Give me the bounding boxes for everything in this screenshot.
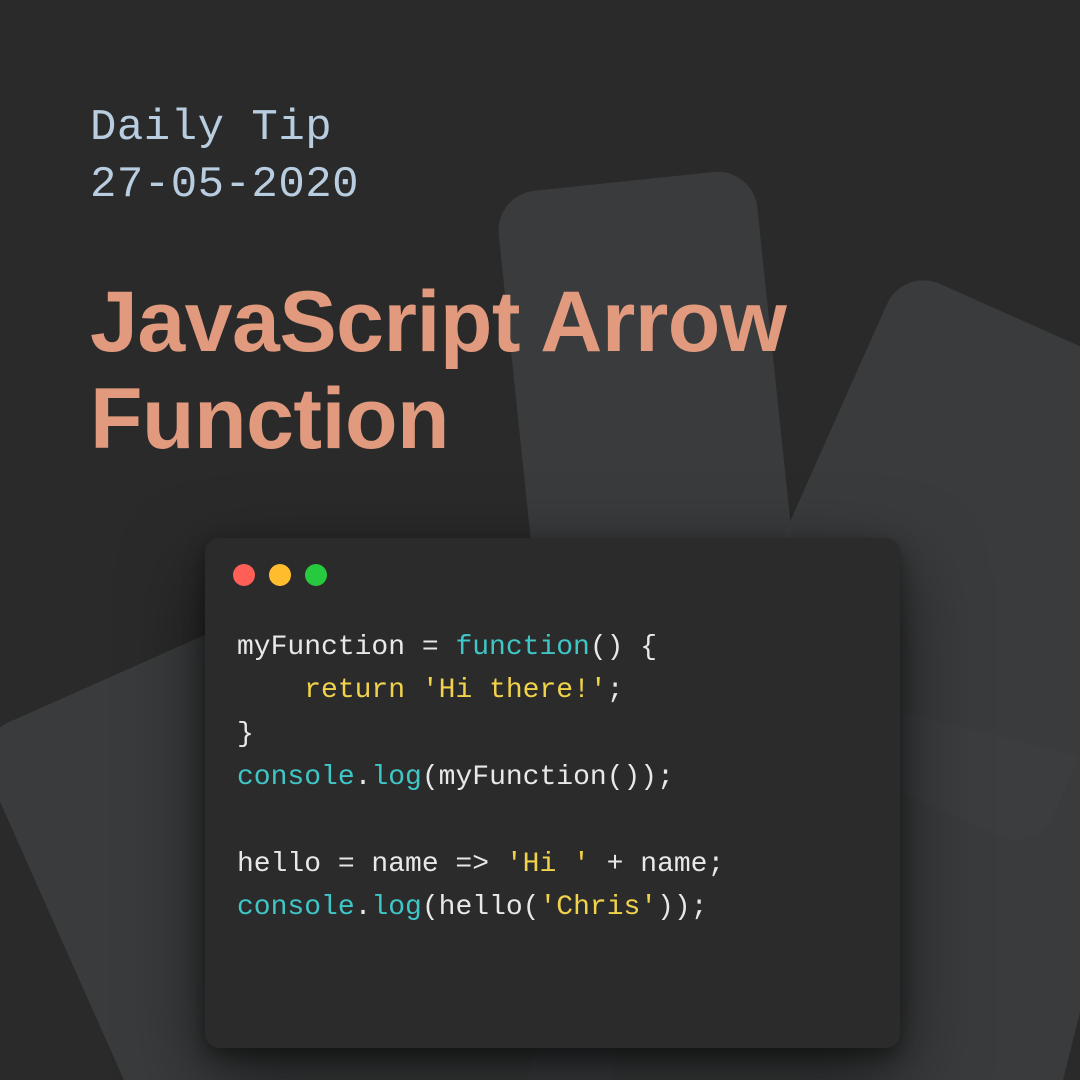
code-token: + name; xyxy=(590,849,724,880)
code-token-string: 'Hi ' xyxy=(506,849,590,880)
code-token: myFunction = xyxy=(237,632,455,663)
page-title: JavaScript Arrow Function xyxy=(90,274,990,467)
code-token-builtin: log xyxy=(371,762,421,793)
code-token: (hello( xyxy=(422,892,540,923)
code-token xyxy=(237,675,304,706)
code-token: (myFunction()); xyxy=(422,762,674,793)
code-token-string: 'Hi there!' xyxy=(422,675,607,706)
code-token: )); xyxy=(657,892,707,923)
close-icon xyxy=(233,564,255,586)
code-token: () { xyxy=(590,632,657,663)
zoom-icon xyxy=(305,564,327,586)
kicker-line-1: Daily Tip xyxy=(90,100,990,157)
code-token: . xyxy=(355,762,372,793)
code-token-builtin: console xyxy=(237,892,355,923)
minimize-icon xyxy=(269,564,291,586)
code-block: myFunction = function() { return 'Hi the… xyxy=(205,596,900,930)
code-token: hello = name => xyxy=(237,849,506,880)
code-token: } xyxy=(237,719,254,750)
content-area: Daily Tip 27-05-2020 JavaScript Arrow Fu… xyxy=(0,0,1080,467)
code-token-builtin: console xyxy=(237,762,355,793)
code-token-string: 'Chris' xyxy=(539,892,657,923)
code-token-keyword: return xyxy=(304,675,405,706)
code-token xyxy=(405,675,422,706)
code-token: ; xyxy=(607,675,624,706)
code-blank-line xyxy=(237,806,254,837)
kicker: Daily Tip 27-05-2020 xyxy=(90,100,990,214)
code-token: . xyxy=(355,892,372,923)
window-traffic-lights xyxy=(205,538,900,596)
code-token-builtin: log xyxy=(371,892,421,923)
code-window: myFunction = function() { return 'Hi the… xyxy=(205,538,900,1048)
kicker-line-2: 27-05-2020 xyxy=(90,157,990,214)
code-token-keyword: function xyxy=(455,632,589,663)
